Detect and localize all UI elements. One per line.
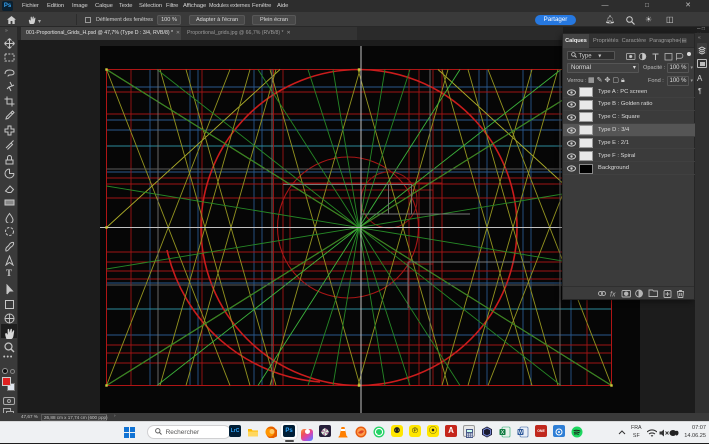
svg-text:fx: fx: [610, 292, 616, 299]
svg-text:X: X: [501, 430, 505, 436]
svg-text:W: W: [518, 430, 524, 436]
